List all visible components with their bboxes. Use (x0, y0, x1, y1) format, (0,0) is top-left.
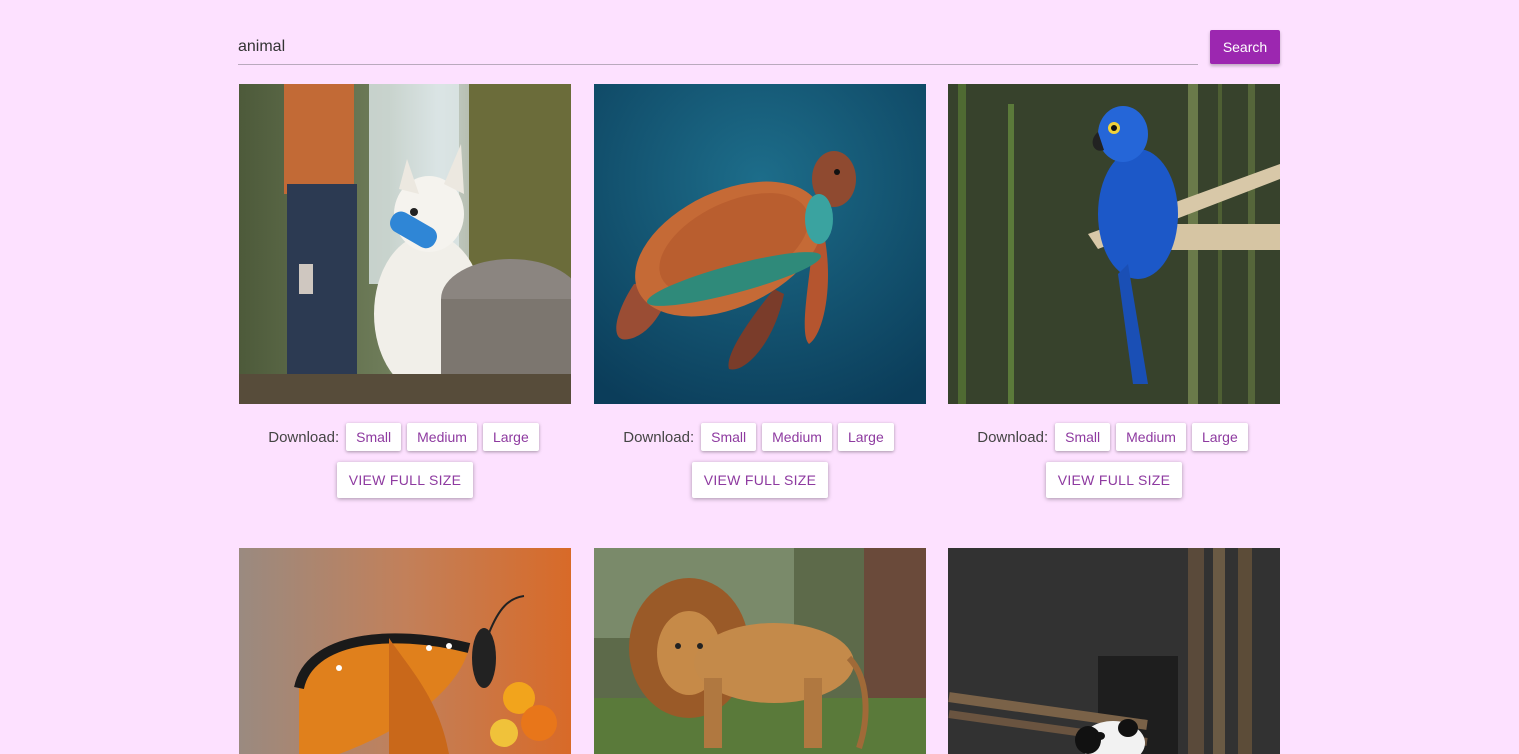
image-card-turtle: Download: Small Medium Large VIEW FULL S… (594, 84, 926, 498)
download-label: Download: (268, 428, 340, 446)
macaw-photo[interactable] (948, 84, 1280, 404)
download-medium-button[interactable]: Medium (762, 423, 832, 451)
download-label: Download: (977, 428, 1049, 446)
download-small-button[interactable]: Small (701, 423, 757, 451)
download-medium-button[interactable]: Medium (407, 423, 477, 451)
image-card-macaw: Download: Small Medium Large VIEW FULL S… (948, 84, 1280, 498)
panda-photo[interactable] (948, 548, 1280, 754)
view-full-size-button[interactable]: VIEW FULL SIZE (692, 462, 828, 498)
search-button[interactable]: Search (1210, 30, 1280, 64)
search-bar: Search (238, 30, 1280, 66)
image-card-dog: Download: Small Medium Large VIEW FULL S… (239, 84, 571, 498)
view-full-size-button[interactable]: VIEW FULL SIZE (1046, 462, 1182, 498)
download-large-button[interactable]: Large (482, 423, 539, 451)
download-options: Download: Small Medium Large (948, 422, 1280, 452)
image-card-panda (948, 548, 1280, 754)
search-input[interactable] (238, 30, 1198, 65)
download-small-button[interactable]: Small (1055, 423, 1111, 451)
view-full-size-button[interactable]: VIEW FULL SIZE (337, 462, 473, 498)
download-options: Download: Small Medium Large (239, 422, 571, 452)
download-large-button[interactable]: Large (1191, 423, 1248, 451)
download-small-button[interactable]: Small (346, 423, 402, 451)
image-card-lion (594, 548, 926, 754)
butterfly-photo[interactable] (239, 548, 571, 754)
dog-photo[interactable] (239, 84, 571, 404)
download-options: Download: Small Medium Large (594, 422, 926, 452)
image-card-butterfly (239, 548, 571, 754)
turtle-photo[interactable] (594, 84, 926, 404)
download-medium-button[interactable]: Medium (1116, 423, 1186, 451)
download-label: Download: (623, 428, 695, 446)
lion-photo[interactable] (594, 548, 926, 754)
download-large-button[interactable]: Large (837, 423, 894, 451)
